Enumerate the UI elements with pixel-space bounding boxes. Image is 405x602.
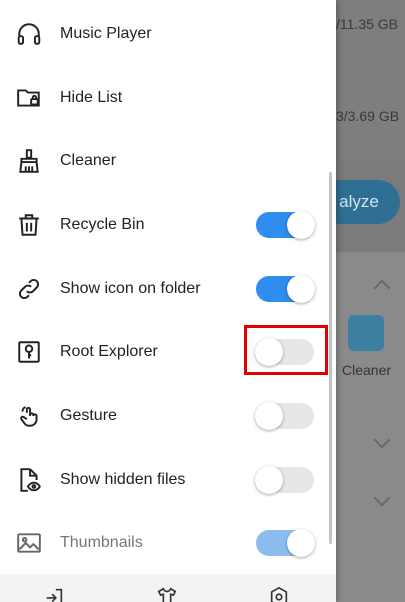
drawer-item-label: Music Player xyxy=(60,25,152,42)
drawer-item-label: Recycle Bin xyxy=(60,216,145,233)
navigation-drawer: Music Player Hide List Cleaner Recycle B… xyxy=(0,0,336,602)
gesture-toggle[interactable] xyxy=(255,402,314,430)
settings-icon[interactable] xyxy=(268,586,290,602)
drawer-item-label: Gesture xyxy=(60,407,117,424)
link-icon xyxy=(16,276,42,302)
storage-usage-1: /11.35 GB xyxy=(336,16,399,32)
thumbnails-toggle[interactable] xyxy=(256,529,315,557)
recycle-bin-toggle[interactable] xyxy=(256,211,315,239)
tools-card xyxy=(336,252,405,602)
storage-usage-2: 3/3.69 GB xyxy=(336,108,400,124)
drawer-item-hide-list[interactable]: Hide List xyxy=(0,66,336,130)
drawer-item-thumbnails[interactable]: Thumbnails xyxy=(0,511,336,575)
trash-icon xyxy=(16,212,42,238)
toggle-knob xyxy=(287,211,315,239)
highlight-box xyxy=(244,325,328,375)
cleaner-tile-icon[interactable] xyxy=(348,315,384,351)
drawer-item-show-hidden-files[interactable]: Show hidden files xyxy=(0,448,336,512)
drawer-item-gesture[interactable]: Gesture xyxy=(0,384,336,448)
drawer-item-label: Thumbnails xyxy=(60,534,143,551)
eye-file-icon xyxy=(16,467,42,493)
drawer-item-label: Show icon on folder xyxy=(60,280,201,297)
toggle-knob xyxy=(255,466,283,494)
drawer-item-label: Hide List xyxy=(60,89,123,106)
drawer-item-music-player[interactable]: Music Player xyxy=(0,2,336,66)
toggle-knob xyxy=(287,275,315,303)
broom-icon xyxy=(16,148,42,174)
show-icon-on-folder-toggle[interactable] xyxy=(256,275,315,303)
toggle-knob xyxy=(287,529,315,557)
show-hidden-files-toggle[interactable] xyxy=(255,466,314,494)
image-icon xyxy=(16,530,42,556)
drawer-scrollbar[interactable] xyxy=(329,172,332,544)
drawer-item-cleaner[interactable]: Cleaner xyxy=(0,129,336,193)
headphones-icon xyxy=(16,21,42,47)
drawer-item-recycle-bin[interactable]: Recycle Bin xyxy=(0,193,336,257)
toggle-knob xyxy=(255,402,283,430)
cleaner-tile-label: Cleaner xyxy=(342,362,392,378)
drawer-item-label: Cleaner xyxy=(60,152,117,169)
key-icon xyxy=(16,339,42,365)
exit-icon[interactable] xyxy=(43,586,65,602)
drawer-item-show-icon-on-folder[interactable]: Show icon on folder xyxy=(0,257,336,321)
drawer-item-label: Show hidden files xyxy=(60,471,186,488)
theme-shirt-icon[interactable] xyxy=(156,586,178,602)
gesture-hand-icon xyxy=(16,403,42,429)
drawer-item-label: Root Explorer xyxy=(60,343,158,360)
folder-lock-icon xyxy=(16,85,42,111)
